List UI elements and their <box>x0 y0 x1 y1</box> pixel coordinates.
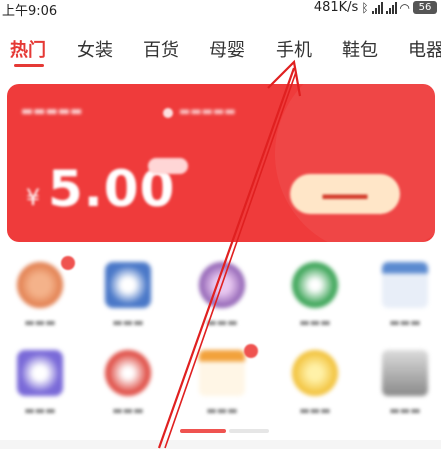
calendar-icon <box>382 262 428 308</box>
network-speed: 481K/s <box>313 0 359 15</box>
calendar-check-icon <box>199 350 245 396</box>
grid-label-blurred: ▬▬▬ <box>112 316 144 329</box>
notification-badge <box>244 344 258 358</box>
promo-title-blurred: ▬▬▬▬▬ <box>21 104 83 119</box>
tab-womens-clothing[interactable]: 女装 <box>77 36 113 62</box>
signal-icon <box>371 1 383 14</box>
airplane-icon <box>105 262 151 308</box>
wifi-icon: ◠ <box>399 0 410 15</box>
grid-item[interactable]: ▬▬▬ <box>370 350 440 430</box>
grid-label-blurred: ▬▬▬ <box>112 404 144 417</box>
tab-hot[interactable]: 热门 <box>10 36 46 62</box>
promo-badge <box>148 158 188 174</box>
grid-label-blurred: ▬▬▬ <box>389 404 421 417</box>
device-icon <box>382 350 428 396</box>
tab-phones[interactable]: 手机 <box>276 36 312 62</box>
phone-icon <box>17 350 63 396</box>
grid-item[interactable]: ▬▬▬ <box>93 262 163 342</box>
pager-idle <box>229 429 269 433</box>
grid-item[interactable]: ▬▬▬ <box>187 350 257 430</box>
promo-dot-icon <box>163 108 173 118</box>
status-time: 上午9:06 <box>2 4 58 19</box>
gift-bag-icon <box>105 350 151 396</box>
grid-label-blurred: ▬▬▬ <box>299 404 331 417</box>
pager-indicator <box>180 429 269 433</box>
grid-item[interactable]: ▬▬▬ <box>280 350 350 430</box>
tab-shoes-bags[interactable]: 鞋包 <box>342 36 378 62</box>
grid-label-blurred: ▬▬▬ <box>299 316 331 329</box>
grid-item[interactable]: ▬▬▬ <box>280 262 350 342</box>
grid-item[interactable]: ▬▬▬ <box>370 262 440 342</box>
piggy-bank-icon <box>292 350 338 396</box>
promo-currency: ¥ <box>26 186 40 211</box>
tab-appliances[interactable]: 电器 <box>408 36 441 62</box>
grid-label-blurred: ▬▬▬ <box>24 316 56 329</box>
grid-item[interactable]: ▬▬▬ <box>93 350 163 430</box>
grid-label-blurred: ▬▬▬ <box>206 404 238 417</box>
active-tab-indicator <box>14 64 44 67</box>
grid-label-blurred: ▬▬▬ <box>206 316 238 329</box>
camera-icon <box>199 262 245 308</box>
bluetooth-icon: ᛒ <box>361 0 369 15</box>
grid-label-blurred: ▬▬▬ <box>389 316 421 329</box>
grid-item[interactable]: ▬▬▬ <box>187 262 257 342</box>
bottom-divider <box>0 440 441 449</box>
grid-item[interactable]: ▬▬▬ <box>5 350 75 430</box>
clock-icon <box>17 262 63 308</box>
status-bar: 上午9:06 481K/s ᛒ ◠ 56 <box>0 0 441 20</box>
notification-badge <box>61 256 75 270</box>
pager-active <box>180 429 226 433</box>
battery-icon: 56 <box>413 1 437 14</box>
promo-subtitle-blurred: ▬▬▬▬▬ <box>179 104 236 118</box>
tab-mother-baby[interactable]: 母婴 <box>209 36 245 62</box>
grid-item[interactable]: ▬▬▬ <box>5 262 75 342</box>
tab-general-goods[interactable]: 百货 <box>143 36 179 62</box>
promo-cta-button[interactable]: ▬▬▬ <box>290 174 400 214</box>
signal-icon <box>385 1 397 14</box>
category-tabs: 热门 女装 百货 母婴 手机 鞋包 电器 <box>0 28 441 68</box>
status-indicators: 481K/s ᛒ ◠ 56 <box>314 0 437 15</box>
tree-icon <box>292 262 338 308</box>
grid-label-blurred: ▬▬▬ <box>24 404 56 417</box>
